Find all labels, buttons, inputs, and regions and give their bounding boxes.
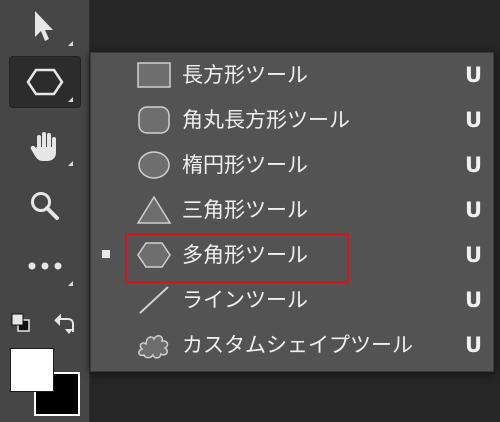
shortcut-key: U — [465, 198, 483, 222]
more-tools-button[interactable] — [9, 240, 81, 292]
move-tool-button[interactable] — [9, 0, 81, 52]
color-swatches — [0, 300, 90, 422]
swap-colors-icon[interactable] — [52, 312, 76, 336]
shortcut-key: U — [465, 333, 483, 357]
hand-tool-button[interactable] — [9, 120, 81, 172]
menu-item-label: カスタムシェイプツール — [182, 333, 413, 357]
foreground-color-swatch[interactable] — [10, 348, 54, 392]
hand-icon — [30, 132, 56, 161]
menu-item-custom-shape-tool[interactable]: カスタムシェイプツール U — [91, 323, 493, 367]
ellipse-icon — [138, 151, 170, 179]
hexagon-icon — [26, 68, 64, 96]
shortcut-key: U — [465, 108, 483, 132]
custom-shape-icon — [138, 335, 169, 359]
polygon-icon — [137, 242, 171, 268]
ellipsis-icon — [28, 262, 62, 270]
menu-item-label: 角丸長方形ツール — [182, 108, 350, 132]
zoom-tool-button[interactable] — [9, 180, 81, 232]
menu-item-label: 多角形ツール — [182, 243, 308, 267]
shortcut-key: U — [465, 243, 483, 267]
shortcut-key: U — [465, 153, 483, 177]
menu-item-label: 三角形ツール — [182, 198, 308, 222]
shortcut-key: U — [465, 63, 483, 87]
menu-item-label: ラインツール — [182, 288, 308, 312]
tool-group-corner — [68, 41, 73, 46]
menu-item-label: 長方形ツール — [182, 63, 308, 87]
triangle-icon — [136, 195, 172, 224]
arrow-cursor-icon — [35, 11, 53, 41]
menu-item-label: 楕円形ツール — [182, 153, 308, 177]
shape-tool-button[interactable] — [9, 56, 81, 108]
tool-group-corner — [68, 161, 73, 166]
tool-group-corner — [68, 281, 73, 286]
menu-item-ellipse-tool[interactable]: 楕円形ツール U — [91, 143, 493, 187]
tool-group-corner — [68, 97, 73, 102]
current-tool-indicator — [102, 250, 110, 258]
shape-tool-flyout-menu: 長方形ツール U 角丸長方形ツール U 楕円形ツール U 三角形ツール U 多角… — [90, 52, 494, 372]
line-icon — [139, 286, 169, 314]
menu-item-line-tool[interactable]: ラインツール U — [91, 278, 493, 322]
default-colors-icon[interactable] — [10, 312, 32, 334]
menu-item-rectangle-tool[interactable]: 長方形ツール U — [91, 53, 493, 97]
shortcut-key: U — [465, 288, 483, 312]
menu-item-rounded-rectangle-tool[interactable]: 角丸長方形ツール U — [91, 98, 493, 142]
menu-item-polygon-tool[interactable]: 多角形ツール U — [91, 233, 493, 277]
menu-item-triangle-tool[interactable]: 三角形ツール U — [91, 188, 493, 232]
rounded-rectangle-icon — [138, 106, 170, 134]
tools-panel — [0, 0, 90, 422]
rectangle-icon — [137, 62, 171, 88]
magnifier-icon — [31, 192, 59, 220]
